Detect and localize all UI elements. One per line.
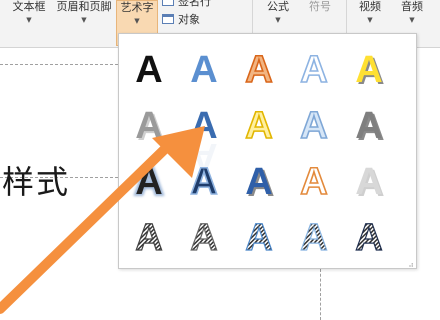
chevron-down-icon: ▼ bbox=[134, 17, 140, 25]
wordart-sample-glyph: A bbox=[355, 217, 382, 259]
wordart-style-9[interactable]: A bbox=[299, 104, 328, 148]
wordart-sample-glyph: A bbox=[135, 49, 162, 91]
wordart-style-19[interactable]: A bbox=[300, 216, 329, 259]
wordart-sample-glyph: A bbox=[190, 217, 217, 259]
audio-label: 音频 bbox=[401, 0, 423, 13]
wordart-style-grid: A A A A AAAAAA A A AAAA A AA A AAA A A A A bbox=[133, 48, 384, 259]
wordart-sample-glyph: A bbox=[355, 105, 382, 147]
chevron-down-icon: ▼ bbox=[275, 16, 281, 24]
wordart-sample-glyph: A bbox=[190, 105, 217, 147]
object-icon bbox=[162, 14, 174, 24]
wordart-style-1[interactable]: A bbox=[135, 49, 162, 91]
wordart-style-3[interactable]: A bbox=[244, 48, 273, 92]
wordart-style-4[interactable]: A bbox=[299, 48, 328, 92]
signature-line-label: 签名行 bbox=[178, 0, 211, 8]
wordart-style-6[interactable]: AA bbox=[135, 105, 164, 149]
wordart-gallery: AAAAAAAAAAAAAAAAAAAAAAAAAAA ⣠ bbox=[118, 33, 417, 269]
wordart-sample-glyph: A bbox=[245, 161, 272, 203]
wordart-style-12[interactable]: A bbox=[189, 160, 218, 204]
signature-line-button[interactable]: 签名行 bbox=[162, 0, 211, 8]
chevron-down-icon: ▼ bbox=[26, 16, 32, 24]
wordart-style-20[interactable]: A bbox=[355, 216, 384, 259]
equation-label: 公式 bbox=[267, 0, 289, 13]
wordart-sample-glyph: A bbox=[300, 105, 327, 147]
wordart-style-8[interactable]: A bbox=[244, 104, 273, 148]
wordart-label: 艺术字 bbox=[120, 1, 154, 14]
app-window: 文本框 ▼ 页眉和页脚 ▼ 艺术字 ▼ 签名行 对象 公式 ▼ 符号 视频 ▼ bbox=[0, 0, 440, 320]
margin-guide bbox=[320, 269, 321, 320]
wordart-sample-glyph: A bbox=[190, 49, 217, 91]
wordart-style-5[interactable]: AA bbox=[355, 49, 384, 93]
wordart-style-16[interactable]: A bbox=[135, 216, 164, 259]
wordart-style-13[interactable]: AA bbox=[245, 161, 274, 205]
header-footer-button[interactable]: 页眉和页脚 ▼ bbox=[52, 0, 116, 46]
wordart-sample-glyph: A bbox=[245, 49, 272, 91]
wordart-sample-glyph: A bbox=[245, 105, 272, 147]
wordart-sample-glyph: A bbox=[245, 217, 272, 259]
signature-line-icon bbox=[162, 0, 174, 6]
textbox-button[interactable]: 文本框 ▼ bbox=[6, 0, 52, 46]
wordart-sample-glyph: A bbox=[135, 105, 162, 147]
document-text: 样式 bbox=[2, 163, 71, 201]
chevron-down-icon: ▼ bbox=[367, 16, 373, 24]
wordart-style-17[interactable]: A bbox=[190, 216, 219, 259]
chevron-down-icon: ▼ bbox=[81, 16, 87, 24]
wordart-sample-glyph: A bbox=[135, 217, 162, 259]
header-footer-label: 页眉和页脚 bbox=[56, 0, 112, 13]
wordart-style-14[interactable]: A bbox=[299, 160, 328, 204]
object-label: 对象 bbox=[178, 13, 200, 26]
margin-guide bbox=[0, 64, 118, 65]
chevron-down-icon: ▼ bbox=[409, 16, 415, 24]
wordart-sample-glyph: A bbox=[190, 161, 217, 203]
wordart-sample-glyph: A bbox=[355, 161, 382, 203]
wordart-style-15[interactable]: AA bbox=[355, 161, 384, 205]
object-button[interactable]: 对象 bbox=[162, 11, 200, 26]
wordart-sample-glyph: A bbox=[300, 49, 327, 91]
textbox-label: 文本框 bbox=[12, 0, 46, 13]
wordart-style-11[interactable]: AA bbox=[133, 159, 164, 205]
video-label: 视频 bbox=[359, 0, 381, 13]
wordart-style-10[interactable]: AA bbox=[355, 105, 384, 149]
wordart-style-2[interactable]: A bbox=[190, 49, 217, 91]
wordart-sample-glyph: A bbox=[135, 161, 162, 203]
wordart-sample-glyph: A bbox=[355, 49, 382, 91]
wordart-sample-glyph: A bbox=[300, 217, 327, 259]
resize-grip-icon[interactable]: ⣠ bbox=[408, 259, 414, 267]
symbol-label: 符号 bbox=[309, 0, 331, 13]
wordart-sample-glyph: A bbox=[300, 161, 327, 203]
wordart-style-18[interactable]: A bbox=[245, 216, 274, 259]
